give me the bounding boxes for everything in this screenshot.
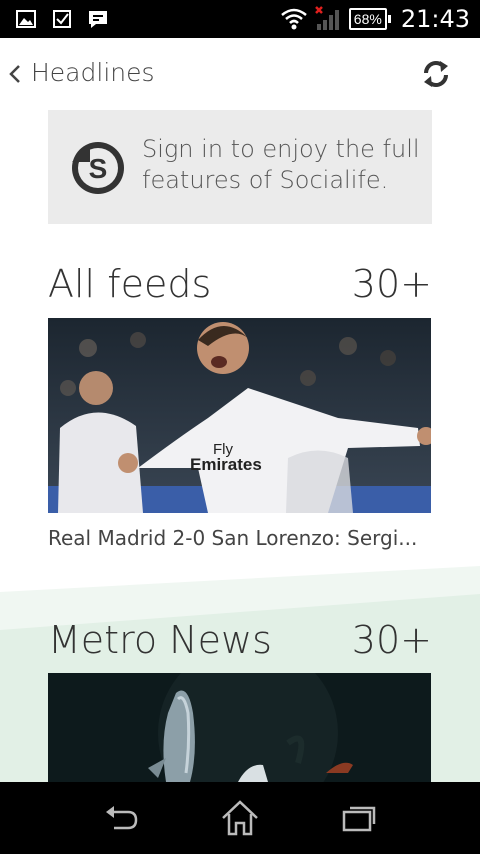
action-bar: Headlines [0,38,480,110]
message-icon [89,11,107,28]
status-bar: 68% 21:43 [0,0,480,38]
battery-level: 68% [353,11,382,27]
signin-message: Sign in to enjoy the full features of So… [142,135,420,194]
svg-text:S: S [89,153,108,184]
refresh-icon[interactable] [418,58,454,90]
battery-icon: 68% [348,8,391,30]
wifi-icon [280,8,307,30]
clock: 21:43 [400,5,470,33]
no-signal-icon [314,6,339,30]
notification-icons [16,9,108,29]
gallery-icon [16,10,36,28]
signin-card[interactable]: S Sign in to enjoy the full features of … [48,110,432,224]
socialife-logo: S [72,142,124,194]
recent-apps-icon[interactable] [338,796,382,840]
section-title-metro-news[interactable]: Metro News [48,618,272,662]
football-player-photo[interactable]: Fly Emirates [48,318,431,513]
back-icon[interactable] [98,796,142,840]
navigation-bar [0,782,480,854]
chevron-left-icon[interactable] [4,58,28,90]
section-title-all-feeds[interactable]: All feeds [48,262,211,306]
home-icon[interactable] [218,796,262,840]
system-indicators: 68% 21:43 [280,4,470,34]
page-title[interactable]: Headlines [31,58,155,87]
svg-text:Emirates: Emirates [190,455,262,474]
headline-all-feeds[interactable]: Real Madrid 2-0 San Lorenzo: Sergi... [48,526,431,550]
section-count-all-feeds[interactable]: 30+ [352,262,432,306]
deep-sea-fish-photo[interactable] [48,673,431,782]
checkbox-icon [53,10,71,28]
section-count-metro-news[interactable]: 30+ [352,618,432,662]
